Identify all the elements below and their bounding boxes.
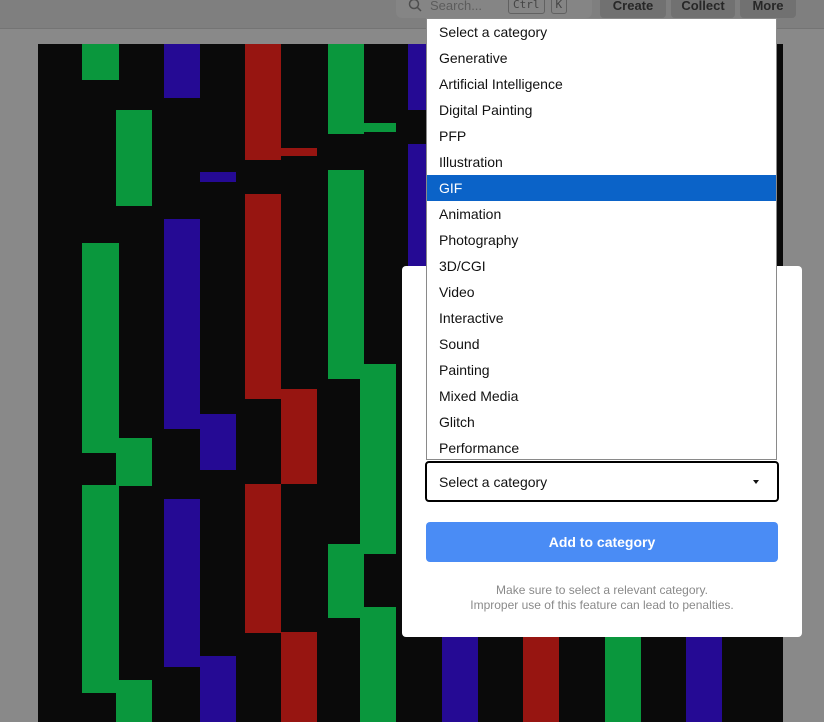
category-warning-note: Make sure to select a relevant category.… <box>402 583 802 613</box>
dropdown-option[interactable]: Select a category <box>427 19 776 45</box>
add-to-category-button[interactable]: Add to category <box>426 522 778 562</box>
dropdown-option[interactable]: Generative <box>427 45 776 71</box>
dropdown-option[interactable]: Video <box>427 279 776 305</box>
dropdown-option[interactable]: GIF <box>427 175 776 201</box>
category-select[interactable]: Select a category <box>425 461 779 502</box>
dropdown-option[interactable]: Mixed Media <box>427 383 776 409</box>
dropdown-option[interactable]: Digital Painting <box>427 97 776 123</box>
note-line: Improper use of this feature can lead to… <box>470 598 734 612</box>
dropdown-option[interactable]: PFP <box>427 123 776 149</box>
dropdown-option[interactable]: Painting <box>427 357 776 383</box>
dropdown-option[interactable]: Glitch <box>427 409 776 435</box>
category-select-value: Select a category <box>439 473 548 490</box>
dropdown-option[interactable]: Interactive <box>427 305 776 331</box>
dropdown-option[interactable]: Animation <box>427 201 776 227</box>
caret-down-icon <box>753 480 759 484</box>
dropdown-option[interactable]: Performance <box>427 435 776 459</box>
dropdown-option[interactable]: Illustration <box>427 149 776 175</box>
dropdown-option[interactable]: Artificial Intelligence <box>427 71 776 97</box>
note-line: Make sure to select a relevant category. <box>496 583 708 597</box>
dropdown-option[interactable]: 3D/CGI <box>427 253 776 279</box>
dropdown-option[interactable]: Sound <box>427 331 776 357</box>
category-dropdown-list: Select a category Generative Artificial In… <box>426 18 777 460</box>
dropdown-option[interactable]: Photography <box>427 227 776 253</box>
